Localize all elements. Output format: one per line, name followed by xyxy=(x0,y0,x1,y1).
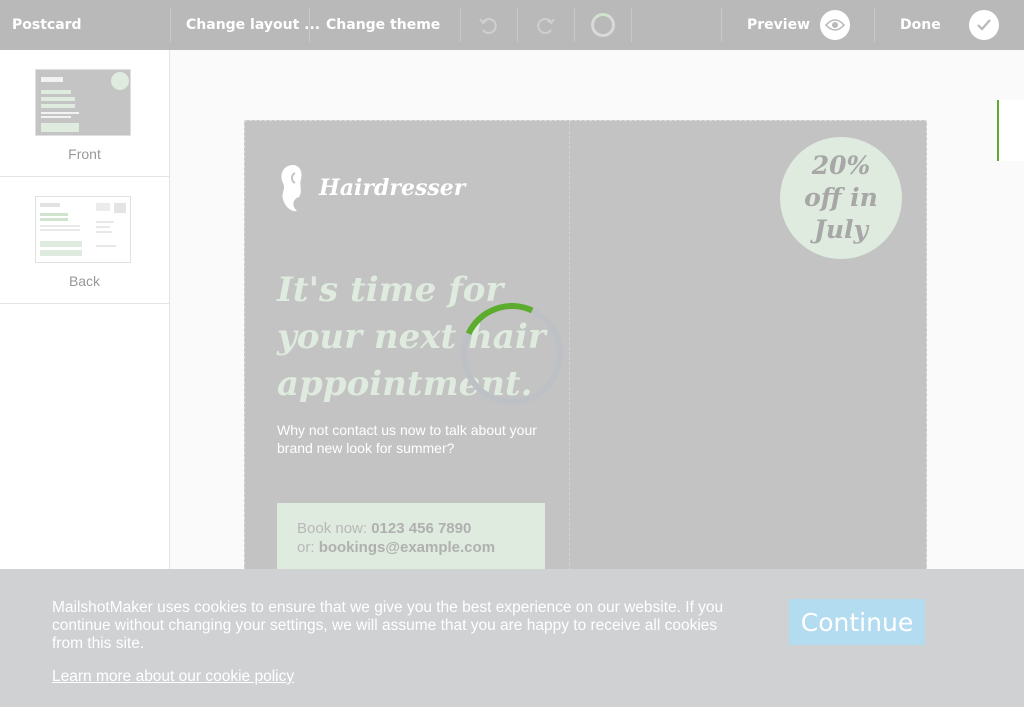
toolbar-divider xyxy=(170,8,171,42)
change-layout-button[interactable]: Change layout ... xyxy=(186,0,320,50)
toolbar-divider xyxy=(309,8,310,42)
booking-phone-line: Book now: 0123 456 7890 xyxy=(297,520,472,537)
logo-text: Hairdresser xyxy=(319,175,466,201)
preview-icon-button[interactable] xyxy=(820,0,850,50)
continue-button[interactable]: Continue xyxy=(789,599,925,645)
cookie-banner: MailshotMaker uses cookies to ensure tha… xyxy=(0,569,1024,707)
booking-email: bookings@example.com xyxy=(318,539,496,556)
side-panel-tab[interactable] xyxy=(997,100,1024,161)
back-thumbnail[interactable] xyxy=(35,196,131,263)
done-button[interactable]: Done xyxy=(900,0,941,50)
cookie-message: MailshotMaker uses cookies to ensure tha… xyxy=(52,599,724,652)
redo-icon xyxy=(537,18,555,34)
booking-email-line: or: bookings@example.com xyxy=(297,539,496,556)
toolbar-divider xyxy=(721,8,722,42)
check-icon xyxy=(969,10,999,40)
document-title: Postcard xyxy=(12,17,82,33)
toolbar-divider xyxy=(874,8,875,42)
loading-icon xyxy=(591,13,615,37)
eye-icon xyxy=(820,10,850,40)
toolbar-divider xyxy=(517,8,518,42)
booking-box[interactable]: Book now: 0123 456 7890 or: bookings@exa… xyxy=(277,503,545,573)
hairdresser-logo-icon xyxy=(281,165,302,212)
top-toolbar: Postcard Change layout ... Change theme … xyxy=(0,0,1024,50)
body-text[interactable]: Why not contact us now to talk about you… xyxy=(277,421,537,457)
redo-button[interactable] xyxy=(534,0,558,50)
undo-button[interactable] xyxy=(476,0,500,50)
toolbar-divider xyxy=(631,8,632,42)
sidebar-page-label: Front xyxy=(68,146,101,162)
postcard-front: Hairdresser It's time for your next hair… xyxy=(244,120,927,641)
offer-text: 20% off in July xyxy=(804,151,878,244)
done-icon-button[interactable] xyxy=(969,0,999,50)
front-thumbnail[interactable] xyxy=(35,69,131,136)
change-theme-button[interactable]: Change theme xyxy=(326,0,440,50)
undo-icon xyxy=(479,18,497,34)
preview-button[interactable]: Preview xyxy=(747,0,810,50)
toolbar-divider xyxy=(574,8,575,42)
offer-badge[interactable]: 20% off in July xyxy=(780,137,902,259)
booking-phone: 0123 456 7890 xyxy=(371,520,472,537)
sidebar-page-front[interactable]: Front xyxy=(0,50,169,177)
business-logo[interactable]: Hairdresser xyxy=(277,163,465,213)
toolbar-divider xyxy=(460,8,461,42)
sidebar-page-label: Back xyxy=(68,273,101,289)
saving-indicator xyxy=(590,0,616,50)
sidebar-page-back[interactable]: Back xyxy=(0,177,169,304)
cookie-policy-link[interactable]: Learn more about our cookie policy xyxy=(52,668,294,686)
